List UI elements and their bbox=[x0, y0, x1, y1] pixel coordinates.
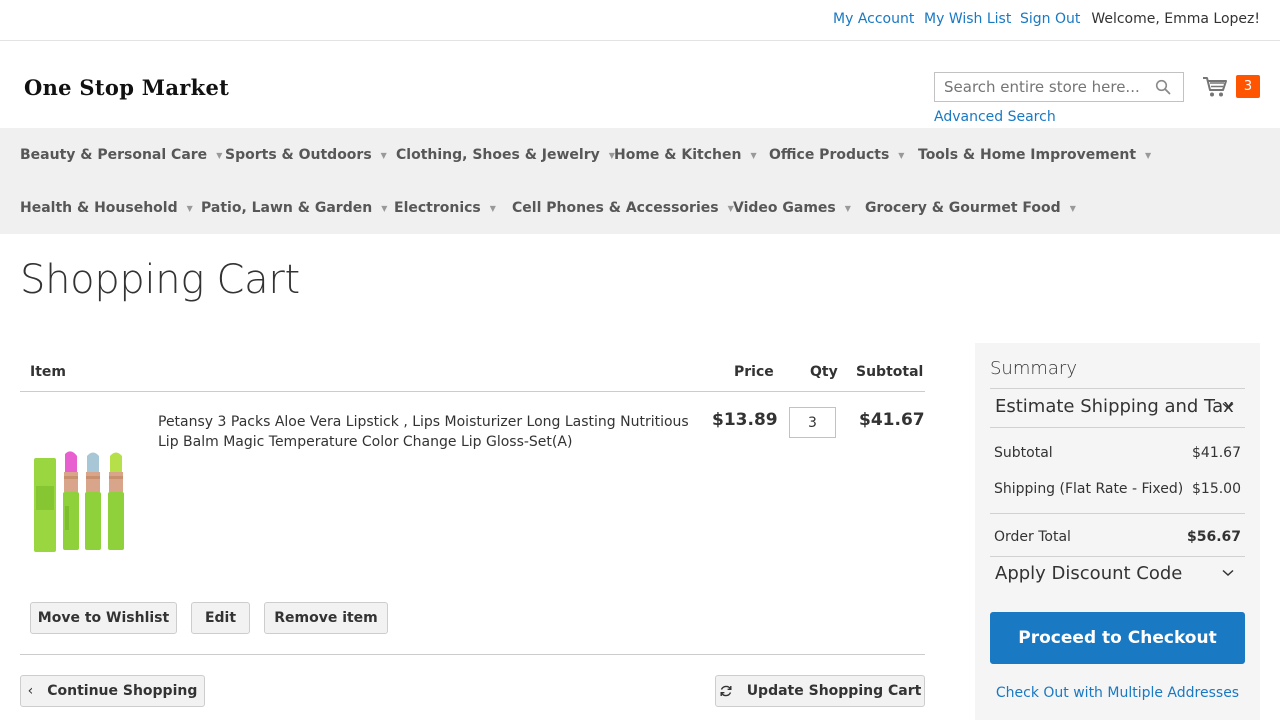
subtotal-label: Subtotal bbox=[994, 445, 1053, 461]
update-cart-button[interactable]: Update Shopping Cart bbox=[715, 675, 925, 707]
product-image[interactable] bbox=[30, 446, 134, 556]
cart-count-badge[interactable]: 3 bbox=[1236, 75, 1260, 98]
nav-item-electronics[interactable]: Electronics ▼ bbox=[394, 200, 496, 216]
chevron-left-icon: ‹ bbox=[27, 683, 34, 699]
summary-divider bbox=[990, 556, 1245, 557]
column-header-subtotal: Subtotal bbox=[856, 364, 924, 380]
top-bar: My Account My Wish List Sign Out Welcome… bbox=[0, 0, 1280, 41]
product-price: $13.89 bbox=[712, 410, 778, 430]
cart-icon[interactable] bbox=[1202, 76, 1228, 98]
category-nav: Beauty & Personal Care ▼ Sports & Outdoor… bbox=[0, 128, 1280, 234]
remove-item-button[interactable]: Remove item bbox=[264, 602, 388, 634]
cart-summary: Summary Estimate Shipping and Tax Subtot… bbox=[975, 343, 1260, 720]
summary-divider bbox=[990, 513, 1245, 514]
search-box bbox=[934, 72, 1184, 102]
nav-item-label: Beauty & Personal Care bbox=[20, 147, 208, 163]
nav-item-tools[interactable]: Tools & Home Improvement ▼ bbox=[918, 147, 1151, 163]
my-wish-list-link[interactable]: My Wish List bbox=[924, 11, 1011, 27]
nav-item-beauty[interactable]: Beauty & Personal Care ▼ bbox=[20, 147, 222, 163]
nav-item-grocery[interactable]: Grocery & Gourmet Food ▼ bbox=[865, 200, 1076, 216]
product-name-link[interactable]: Petansy 3 Packs Aloe Vera Lipstick , Lip… bbox=[158, 412, 698, 452]
welcome-message: Welcome, Emma Lopez! bbox=[1091, 11, 1260, 27]
nav-item-patio[interactable]: Patio, Lawn & Garden ▼ bbox=[201, 200, 387, 216]
caret-down-icon: ▼ bbox=[1069, 203, 1076, 213]
caret-down-icon: ▼ bbox=[750, 150, 757, 160]
page-title: Shopping Cart bbox=[20, 257, 300, 303]
nav-item-label: Clothing, Shoes & Jewelry bbox=[396, 147, 600, 163]
my-account-link[interactable]: My Account bbox=[833, 11, 914, 27]
refresh-icon bbox=[720, 685, 732, 697]
caret-down-icon: ▼ bbox=[216, 150, 223, 160]
caret-down-icon: ▼ bbox=[898, 150, 905, 160]
multiple-addresses-link[interactable]: Check Out with Multiple Addresses bbox=[975, 685, 1260, 701]
nav-item-label: Office Products bbox=[769, 147, 890, 163]
shipping-label: Shipping (Flat Rate - Fixed) bbox=[994, 481, 1184, 497]
summary-divider bbox=[990, 388, 1245, 389]
caret-down-icon: ▼ bbox=[186, 203, 193, 213]
chevron-down-icon[interactable] bbox=[1222, 402, 1234, 410]
caret-down-icon: ▼ bbox=[381, 203, 388, 213]
update-cart-label: Update Shopping Cart bbox=[746, 683, 922, 699]
quantity-input[interactable] bbox=[789, 407, 836, 438]
nav-item-clothing[interactable]: Clothing, Shoes & Jewelry ▼ bbox=[396, 147, 615, 163]
column-header-price: Price bbox=[734, 364, 774, 380]
nav-item-label: Home & Kitchen bbox=[614, 147, 742, 163]
search-input[interactable] bbox=[935, 73, 1150, 101]
column-header-qty: Qty bbox=[810, 364, 838, 380]
summary-title: Summary bbox=[990, 358, 1077, 379]
proceed-to-checkout-button[interactable]: Proceed to Checkout bbox=[990, 612, 1245, 664]
caret-down-icon: ▼ bbox=[844, 203, 851, 213]
nav-item-label: Electronics bbox=[394, 200, 481, 216]
edit-item-button[interactable]: Edit bbox=[191, 602, 250, 634]
nav-item-label: Sports & Outdoors bbox=[225, 147, 372, 163]
move-to-wishlist-button[interactable]: Move to Wishlist bbox=[30, 602, 177, 634]
column-header-item: Item bbox=[30, 364, 66, 380]
nav-item-label: Patio, Lawn & Garden bbox=[201, 200, 373, 216]
nav-item-home-kitchen[interactable]: Home & Kitchen ▼ bbox=[614, 147, 757, 163]
sign-out-link[interactable]: Sign Out bbox=[1020, 11, 1080, 27]
nav-item-label: Video Games bbox=[733, 200, 836, 216]
shipping-value: $15.00 bbox=[1192, 481, 1241, 497]
chevron-down-icon[interactable] bbox=[1222, 569, 1234, 577]
order-total-label: Order Total bbox=[994, 529, 1071, 545]
estimate-shipping-toggle[interactable]: Estimate Shipping and Tax bbox=[995, 396, 1234, 417]
nav-item-label: Grocery & Gourmet Food bbox=[865, 200, 1061, 216]
nav-item-label: Tools & Home Improvement bbox=[918, 147, 1137, 163]
nav-item-label: Health & Household bbox=[20, 200, 178, 216]
table-divider bbox=[20, 391, 925, 392]
advanced-search-link[interactable]: Advanced Search bbox=[934, 109, 1056, 125]
nav-item-video-games[interactable]: Video Games ▼ bbox=[733, 200, 851, 216]
continue-shopping-label: Continue Shopping bbox=[47, 683, 198, 699]
caret-down-icon: ▼ bbox=[489, 203, 496, 213]
search-icon[interactable] bbox=[1155, 79, 1171, 95]
nav-item-sports[interactable]: Sports & Outdoors ▼ bbox=[225, 147, 387, 163]
nav-item-label: Cell Phones & Accessories bbox=[512, 200, 719, 216]
actions-divider bbox=[20, 654, 925, 655]
continue-shopping-button[interactable]: ‹ Continue Shopping bbox=[20, 675, 205, 707]
apply-discount-toggle[interactable]: Apply Discount Code bbox=[995, 563, 1182, 584]
caret-down-icon: ▼ bbox=[380, 150, 387, 160]
store-logo[interactable]: One Stop Market bbox=[24, 75, 229, 100]
order-total-value: $56.67 bbox=[1186, 529, 1241, 545]
product-subtotal: $41.67 bbox=[859, 410, 925, 430]
subtotal-value: $41.67 bbox=[1192, 445, 1241, 461]
caret-down-icon: ▼ bbox=[1145, 150, 1152, 160]
nav-item-health[interactable]: Health & Household ▼ bbox=[20, 200, 193, 216]
nav-item-cell-phones[interactable]: Cell Phones & Accessories ▼ bbox=[512, 200, 734, 216]
summary-divider bbox=[990, 427, 1245, 428]
nav-item-office[interactable]: Office Products ▼ bbox=[769, 147, 904, 163]
